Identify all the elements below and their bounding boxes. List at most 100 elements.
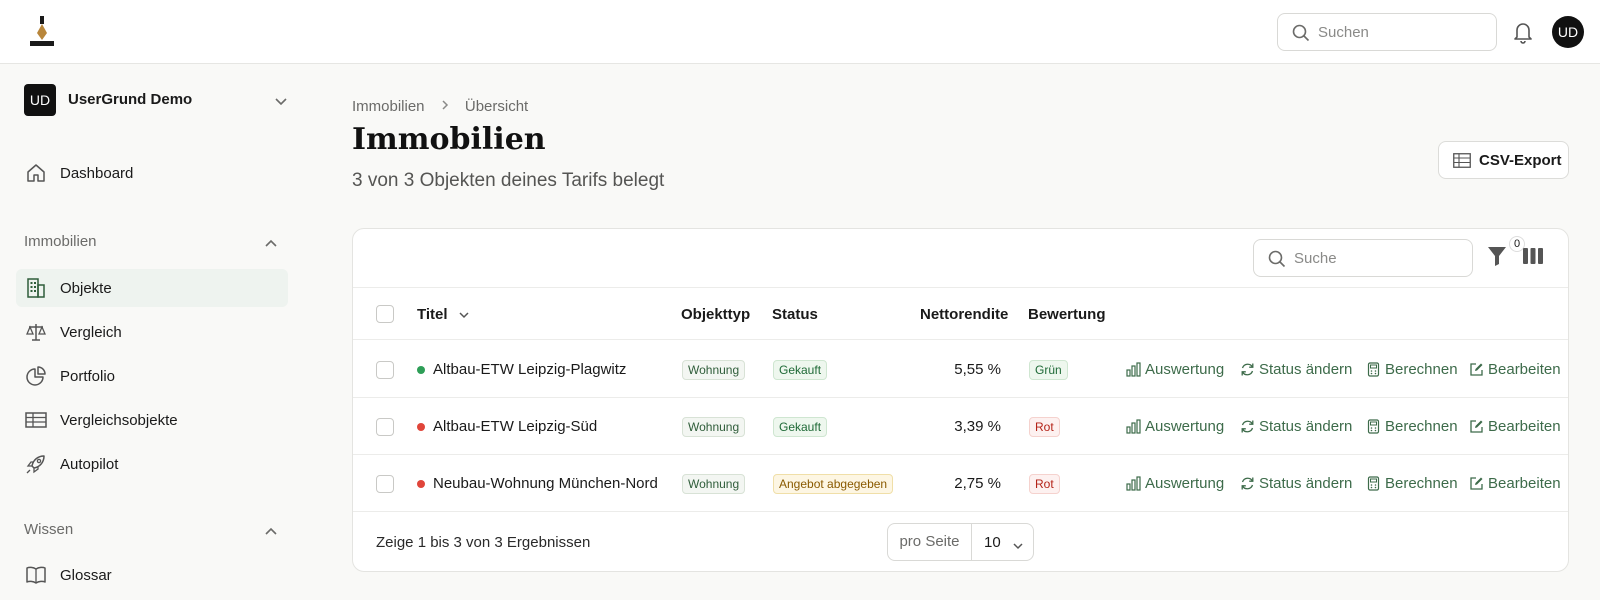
sidebar-item-label: Portfolio: [60, 368, 116, 385]
action-label: Bearbeiten: [1488, 475, 1561, 492]
per-page-value: 10: [984, 534, 1001, 551]
calculator-icon: [1366, 362, 1381, 381]
action-label: Status ändern: [1259, 475, 1353, 492]
sidebar: UD UserGrund Demo Dashboard Immobilien O…: [0, 64, 310, 600]
book-icon: [25, 564, 47, 589]
rocket-icon: [25, 453, 47, 478]
logo[interactable]: [28, 16, 56, 48]
section-label: Immobilien: [24, 233, 97, 250]
sidebar-item-label: Autopilot: [60, 456, 119, 473]
breadcrumb-current: Übersicht: [464, 97, 529, 115]
sidebar-item-vergleichsobjekte[interactable]: Vergleichsobjekte: [16, 401, 288, 439]
refresh-icon: [1240, 419, 1255, 438]
home-icon: [25, 162, 47, 187]
sidebar-item-label: Glossar: [60, 567, 112, 584]
status-badge: Gekauft: [773, 417, 828, 437]
bewertung-badge: Rot: [1029, 417, 1060, 437]
row-checkbox[interactable]: [376, 475, 394, 493]
action-label: Bearbeiten: [1488, 418, 1561, 435]
search-icon: [1268, 250, 1286, 271]
sidebar-item-label: Objekte: [60, 280, 112, 297]
scale-icon: [25, 321, 47, 346]
search-icon: [1292, 24, 1310, 45]
table-header: Titel Objekttyp Status Nettorendite Bewe…: [353, 287, 1568, 340]
chevron-down-icon: [1012, 537, 1024, 553]
column-header-nettorendite[interactable]: Nettorendite: [920, 306, 1008, 323]
edit-icon: [1469, 362, 1484, 381]
sidebar-item-objekte[interactable]: Objekte: [16, 269, 288, 307]
results-summary: Zeige 1 bis 3 von 3 Ergebnissen: [376, 534, 591, 551]
sidebar-item-label: Dashboard: [60, 165, 134, 182]
row-checkbox[interactable]: [376, 418, 394, 436]
objekttyp-badge: Wohnung: [682, 360, 746, 380]
row-title[interactable]: Altbau-ETW Leipzig-Süd: [433, 418, 597, 435]
org-name: UserGrund Demo: [68, 91, 193, 108]
per-page-label: pro Seite: [888, 524, 972, 560]
objects-table-card: 0 Titel Objekttyp Status Nettorendite Be…: [352, 228, 1569, 572]
table-row: Altbau-ETW Leipzig-Plagwitz Wohnung Gekauf…: [353, 341, 1568, 398]
status-badge: Angebot abgegeben: [773, 474, 894, 494]
chevron-up-icon: [264, 235, 278, 251]
refresh-icon: [1240, 362, 1255, 381]
sidebar-item-label: Vergleich: [60, 324, 122, 341]
section-immobilien[interactable]: Immobilien: [24, 229, 286, 253]
table-search-input[interactable]: [1294, 240, 1464, 276]
sidebar-item-dashboard[interactable]: Dashboard: [16, 154, 288, 192]
chevron-down-icon: [458, 306, 470, 323]
sidebar-item-autopilot[interactable]: Autopilot: [16, 445, 288, 483]
sidebar-item-glossar[interactable]: Glossar: [16, 556, 288, 594]
sidebar-item-vergleich[interactable]: Vergleich: [16, 313, 288, 351]
row-title[interactable]: Neubau-Wohnung München-Nord: [433, 475, 658, 492]
top-search-input[interactable]: [1318, 14, 1488, 50]
org-avatar: UD: [24, 84, 56, 116]
status-dot: [417, 423, 425, 431]
bewertung-badge: Grün: [1029, 360, 1068, 380]
select-all-checkbox[interactable]: [376, 305, 394, 323]
sidebar-item-portfolio[interactable]: Portfolio: [16, 357, 288, 395]
chevron-right-icon: [441, 98, 449, 115]
column-header-status[interactable]: Status: [772, 306, 818, 323]
nettorendite-value: 2,75 %: [954, 475, 1001, 492]
action-label: Bearbeiten: [1488, 361, 1561, 378]
top-bar: UD: [0, 0, 1600, 64]
section-wissen[interactable]: Wissen: [24, 517, 286, 541]
table-search: [1253, 239, 1473, 277]
bar-chart-icon: [1126, 362, 1141, 381]
action-label: Berechnen: [1385, 418, 1458, 435]
action-label: Status ändern: [1259, 418, 1353, 435]
pie-chart-icon: [25, 365, 47, 390]
top-search: [1277, 13, 1497, 51]
table-row: Altbau-ETW Leipzig-Süd Wohnung Gekauft 3,39…: [353, 398, 1568, 455]
breadcrumb-root[interactable]: Immobilien: [352, 98, 425, 115]
page-subtitle: 3 von 3 Objekten deines Tarifs belegt: [352, 170, 665, 191]
per-page-select[interactable]: pro Seite 10: [887, 523, 1034, 561]
column-header-titel[interactable]: Titel: [417, 306, 470, 323]
column-header-label: Titel: [417, 306, 448, 323]
nettorendite-value: 3,39 %: [954, 418, 1001, 435]
chevron-up-icon: [264, 523, 278, 539]
table-icon: [25, 409, 47, 434]
row-checkbox[interactable]: [376, 361, 394, 379]
row-title[interactable]: Altbau-ETW Leipzig-Plagwitz: [433, 361, 626, 378]
columns-icon[interactable]: [1523, 247, 1545, 267]
table-icon: [1453, 153, 1471, 171]
section-label: Wissen: [24, 521, 74, 538]
csv-export-label: CSV-Export: [1479, 152, 1562, 169]
edit-icon: [1469, 476, 1484, 495]
action-label: Auswertung: [1145, 418, 1225, 435]
csv-export-button[interactable]: CSV-Export: [1438, 141, 1569, 179]
action-label: Status ändern: [1259, 361, 1353, 378]
nettorendite-value: 5,55 %: [954, 361, 1001, 378]
filter-icon[interactable]: [1487, 245, 1511, 271]
action-label: Berechnen: [1385, 361, 1458, 378]
org-switcher[interactable]: UD UserGrund Demo: [24, 84, 294, 118]
edit-icon: [1469, 419, 1484, 438]
column-header-bewertung[interactable]: Bewertung: [1028, 306, 1106, 323]
bell-icon[interactable]: [1512, 20, 1534, 44]
status-badge: Gekauft: [773, 360, 828, 380]
calculator-icon: [1366, 476, 1381, 495]
action-label: Auswertung: [1145, 361, 1225, 378]
objekttyp-badge: Wohnung: [682, 474, 746, 494]
column-header-objekttyp[interactable]: Objekttyp: [681, 306, 750, 323]
user-avatar[interactable]: UD: [1552, 16, 1584, 48]
